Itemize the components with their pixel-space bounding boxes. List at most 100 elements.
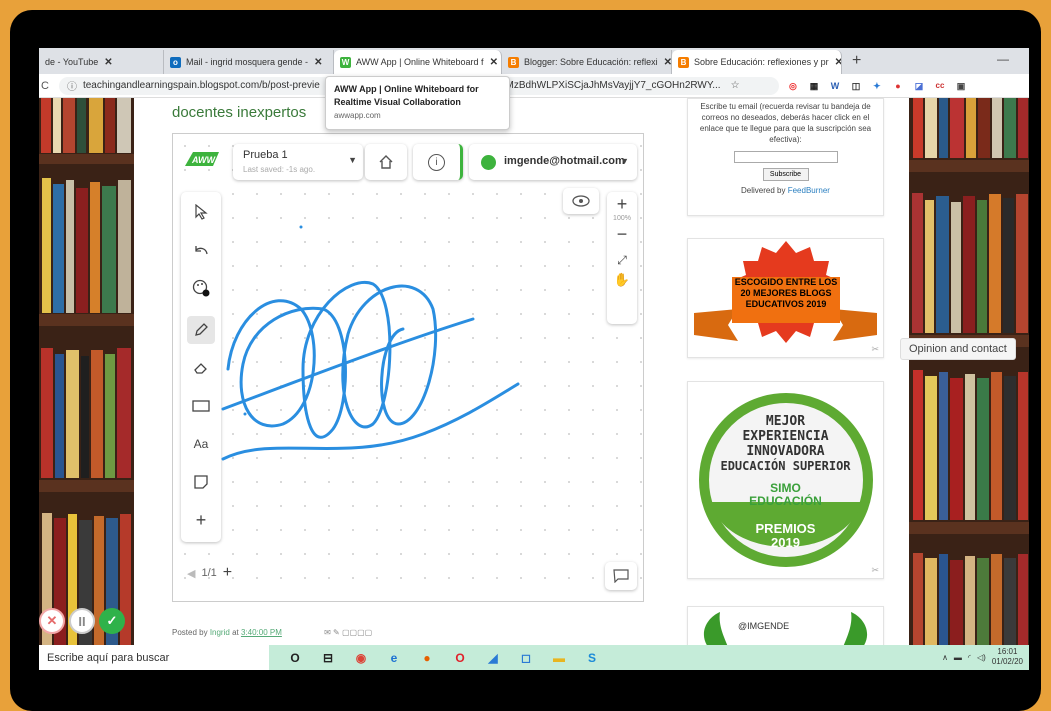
blog-sidebar: Escribe tu email (recuerda revisar tu ba…	[679, 98, 909, 645]
extensions-bar: ◎ ▦ W ◫ ✦ ● ◪ cc ▣	[787, 80, 967, 92]
edit-widget-icon[interactable]: ✂	[871, 565, 879, 576]
volume-icon[interactable]: ◁)	[977, 653, 986, 662]
tab-label: Blogger: Sobre Educación: reflexi	[524, 57, 658, 67]
feedburner-link[interactable]: FeedBurner	[788, 186, 830, 195]
minimize-button[interactable]: —	[997, 52, 1009, 66]
qr-icon[interactable]: ▦	[808, 80, 820, 92]
finish-recording-icon[interactable]: ✓	[99, 608, 125, 634]
taskbar-search[interactable]: Escribe aquí para buscar	[39, 645, 269, 670]
badge-line: EDUCACIÓN SUPERIOR	[720, 459, 851, 473]
opinion-contact-button[interactable]: Opinion and contact	[900, 338, 1016, 360]
close-icon[interactable]: ✕	[104, 57, 112, 68]
tab-youtube[interactable]: de - YouTube ✕	[39, 50, 164, 74]
feedback-icon[interactable]: ◻	[518, 650, 534, 666]
star-icon[interactable]: ☆	[731, 80, 740, 91]
badge-line: INNOVADORA	[746, 444, 825, 459]
aww-whiteboard[interactable]: AWW Prueba 1 Last saved: -1s ago. ▼ i im…	[172, 133, 644, 602]
chat-icon	[613, 569, 629, 583]
post-footer: Posted by Ingrid at 3:40:00 PM ✉ ✎ ▢▢▢▢	[172, 628, 372, 637]
premios-text: PREMIOS	[755, 521, 816, 536]
skype-icon[interactable]: S	[584, 650, 600, 666]
app-blue-icon[interactable]: ◢	[485, 650, 501, 666]
bookshelf-left	[39, 98, 134, 645]
taskbar-apps: O ⊟ ◉ e ● O ◢ ◻ ▬ S	[287, 650, 600, 666]
extension-pink-icon[interactable]: ●	[892, 80, 904, 92]
extension-box-icon[interactable]: ◫	[850, 80, 862, 92]
clock-time: 16:01	[997, 647, 1018, 656]
opera-icon[interactable]: O	[452, 650, 468, 666]
tab-aww[interactable]: W AWW App | Online Whiteboard f ✕	[334, 50, 502, 74]
tooltip-domain: awwapp.com	[334, 111, 381, 120]
close-icon[interactable]: ✕	[490, 57, 498, 68]
close-icon[interactable]: ✕	[835, 57, 841, 68]
at-label: at	[232, 628, 239, 637]
file-explorer-icon[interactable]: ▬	[551, 650, 567, 666]
page-indicator: 1/1	[201, 567, 217, 579]
clock[interactable]: 16:01 01/02/20	[992, 647, 1023, 667]
tab-tooltip: AWW App | Online Whiteboard for Realtime…	[325, 76, 510, 130]
close-icon[interactable]: ✕	[664, 57, 671, 68]
cortana-icon[interactable]: O	[287, 650, 303, 666]
bookshelf-left-art	[39, 98, 134, 645]
tooltip-title: AWW App | Online Whiteboard for Realtime…	[334, 84, 479, 107]
tab-label: de - YouTube	[45, 57, 99, 67]
cc-icon[interactable]: cc	[934, 80, 946, 92]
chrome-icon[interactable]: ◉	[353, 650, 369, 666]
new-tab-button[interactable]: +	[852, 52, 861, 70]
wifi-icon[interactable]: ◜	[968, 653, 971, 662]
prev-page-icon[interactable]: ◀	[187, 567, 195, 580]
drawing-dot	[243, 412, 247, 416]
email-input[interactable]	[733, 151, 838, 163]
tab-mail[interactable]: o Mail - ingrid mosquera gende - ✕	[164, 50, 334, 74]
system-tray: ∧ ▬ ◜ ◁) 16:01 01/02/20	[942, 647, 1023, 667]
badge-simo-lines: MEJOR EXPERIENCIA INNOVADORA EDUCACIÓN S…	[688, 414, 883, 474]
edge-icon[interactable]: e	[386, 650, 402, 666]
share-icons[interactable]: ✉ ✎ ▢▢▢▢	[324, 628, 372, 637]
close-icon[interactable]: ✕	[314, 57, 322, 68]
page-content: docentes inexpertos AWW Prueba 1 Last sa…	[39, 98, 1029, 645]
tray-chevron-icon[interactable]: ∧	[942, 653, 948, 662]
subscribe-widget: Escribe tu email (recuerda revisar tu ba…	[687, 98, 884, 216]
task-view-icon[interactable]: ⊟	[320, 650, 336, 666]
info-icon[interactable]: ⓘ	[67, 78, 77, 93]
url-text-left: teachingandlearningspain.blogspot.com/b/…	[82, 80, 320, 91]
extension-blue-icon[interactable]: ✦	[871, 80, 883, 92]
aww-icon: W	[340, 56, 351, 68]
badge-line: EXPERIENCIA	[742, 429, 829, 444]
post-time-link[interactable]: 3:40:00 PM	[241, 628, 282, 637]
blogger-icon: B	[678, 56, 689, 68]
firefox-icon[interactable]: ●	[419, 650, 435, 666]
badge-top-blogs[interactable]: ESCOGIDO ENTRE LOS 20 MEJORES BLOGS EDUC…	[687, 238, 884, 358]
extension-translate-icon[interactable]: ◪	[913, 80, 925, 92]
tab-sobre-educacion[interactable]: B Sobre Educación: reflexiones y pr ✕	[672, 50, 842, 74]
clock-date: 01/02/20	[991, 657, 1023, 666]
address-bar: C ⓘ teachingandlearningspain.blogspot.co…	[39, 74, 1029, 98]
cancel-recording-icon[interactable]: ✕	[39, 608, 65, 634]
tab-blogger[interactable]: B Blogger: Sobre Educación: reflexi ✕	[502, 50, 672, 74]
blog-article: docentes inexpertos AWW Prueba 1 Last sa…	[134, 98, 679, 645]
drawing-dot	[299, 225, 303, 229]
taskbar-search-placeholder: Escribe aquí para buscar	[47, 651, 170, 664]
bookshelf-right-art	[909, 98, 1029, 645]
badge-imgende[interactable]: @IMGENDE	[687, 606, 884, 645]
premios-year: 2019	[771, 535, 800, 550]
add-page-icon[interactable]: +	[223, 564, 232, 582]
edit-widget-icon[interactable]: ✂	[871, 344, 879, 355]
extension-red-icon[interactable]: ◎	[787, 80, 799, 92]
reload-icon[interactable]: C	[41, 80, 49, 92]
badge-simo[interactable]: MEJOR EXPERIENCIA INNOVADORA EDUCACIÓN S…	[687, 381, 884, 579]
badge-line: MEJOR	[765, 414, 806, 429]
tab-label: Mail - ingrid mosquera gende -	[186, 57, 309, 67]
chat-button[interactable]	[605, 562, 637, 590]
outlook-icon: o	[170, 56, 181, 68]
battery-icon[interactable]: ▬	[954, 653, 962, 662]
word-icon[interactable]: W	[829, 80, 841, 92]
whiteboard-drawing	[221, 225, 520, 461]
extension-last-icon[interactable]: ▣	[955, 80, 967, 92]
author-link[interactable]: Ingrid	[210, 628, 230, 637]
subscribe-button[interactable]: Subscribe	[762, 168, 809, 181]
pause-recording-icon[interactable]: II	[69, 608, 95, 634]
drawing-stroke	[221, 382, 520, 461]
subscribe-text: Escribe tu email (recuerda revisar tu ba…	[699, 102, 872, 144]
imgende-label: @IMGENDE	[738, 621, 790, 631]
